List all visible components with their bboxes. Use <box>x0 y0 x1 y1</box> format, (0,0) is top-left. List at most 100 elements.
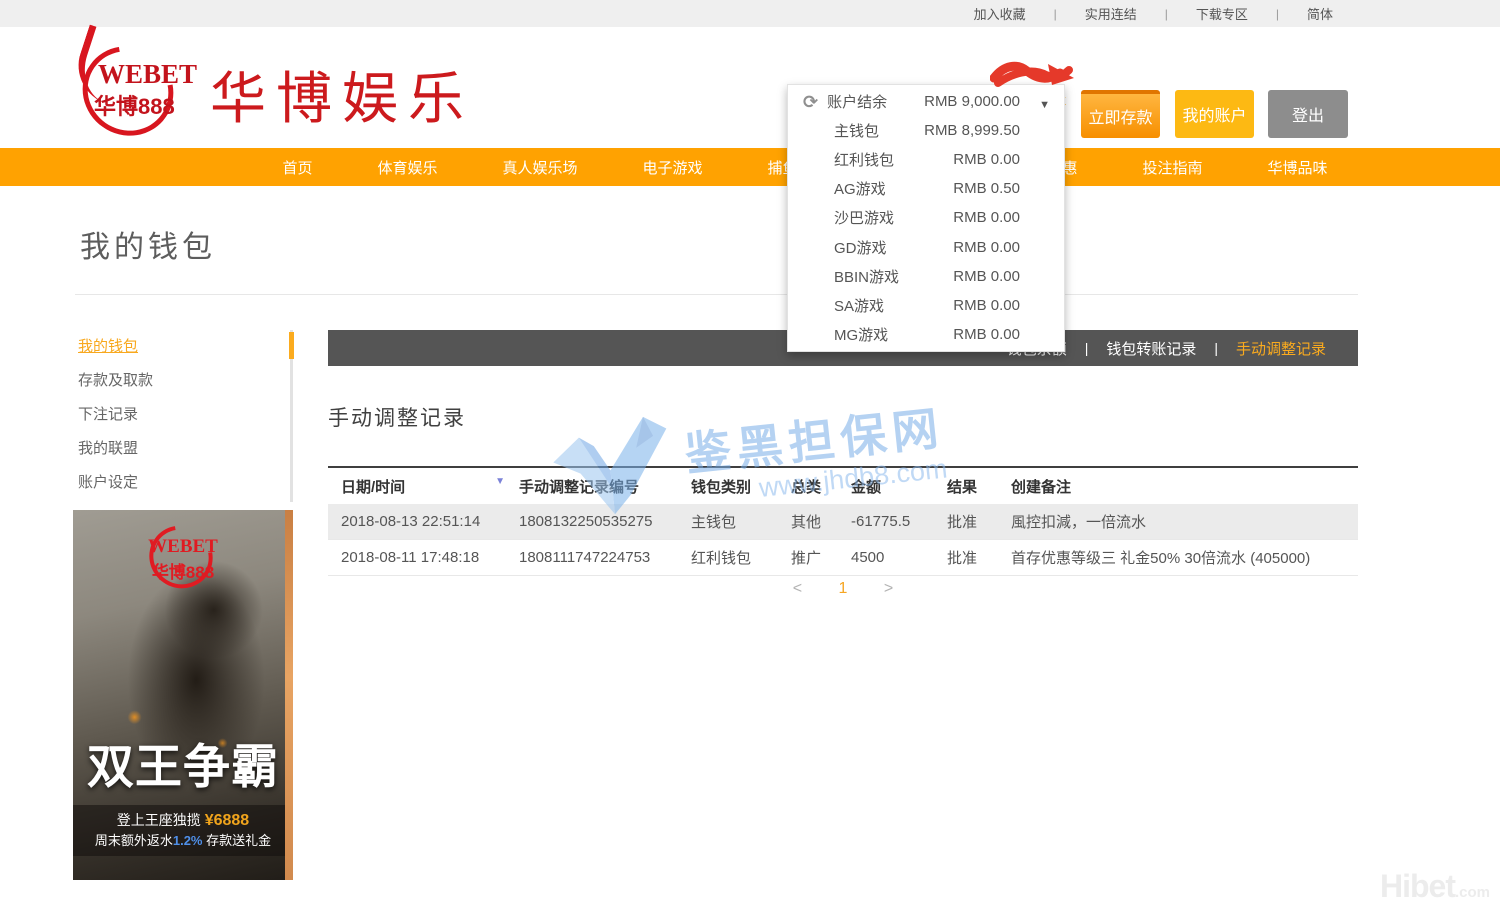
brand-logo[interactable]: WEBET 华博888 华博娱乐 <box>76 33 474 141</box>
balance-value: RMB 0.00 <box>953 239 1020 256</box>
col-header-record-id: 手动调整记录编号 <box>519 476 691 497</box>
balance-row-saba[interactable]: 沙巴游戏 RMB 0.00 <box>788 203 1064 232</box>
current-page[interactable]: 1 <box>839 580 848 597</box>
cell-wallet-type: 主钱包 <box>691 511 791 532</box>
nav-item-live-casino[interactable]: 真人娱乐场 <box>502 157 577 178</box>
my-account-button[interactable]: 我的账户 <box>1175 90 1254 138</box>
balance-value: RMB 0.50 <box>953 180 1020 197</box>
refresh-icon[interactable]: ⟳ <box>803 93 818 111</box>
logout-button[interactable]: 登出 <box>1268 90 1348 138</box>
balance-row-ag[interactable]: AG游戏 RMB 0.50 <box>788 174 1064 203</box>
divider: | <box>1276 7 1279 21</box>
balance-label: BBIN游戏 <box>834 266 899 287</box>
col-header-datetime[interactable]: 日期/时间 ▼ <box>341 476 519 497</box>
cell-amount: 4500 <box>851 549 947 566</box>
cell-category: 推广 <box>791 547 851 568</box>
banner-line2-suffix: 存款送礼金 <box>206 833 271 848</box>
balance-label: MG游戏 <box>834 324 888 345</box>
tab-wallet-transfer-records[interactable]: 钱包转账记录 <box>1088 338 1214 359</box>
divider: | <box>1054 7 1057 21</box>
nav-item-webet-style[interactable]: 华博品味 <box>1267 157 1327 178</box>
brand-sub: 华博888 <box>94 89 175 121</box>
nav-item-sports[interactable]: 体育娱乐 <box>377 157 437 178</box>
banner-line1: 登上王座独揽 <box>117 812 201 828</box>
balance-label: AG游戏 <box>834 178 886 199</box>
cell-datetime: 2018-08-11 17:48:18 <box>341 549 519 566</box>
cell-result: 批准 <box>947 547 1011 568</box>
balance-label: 沙巴游戏 <box>834 207 894 228</box>
cell-datetime: 2018-08-13 22:51:14 <box>341 513 519 530</box>
sidebar-menu: 我的钱包 存款及取款 下注记录 我的联盟 账户设定 <box>78 332 283 502</box>
cell-category: 其他 <box>791 511 851 532</box>
banner-next-slide-peek <box>285 510 293 880</box>
banner-logo-sub: 华博888 <box>135 558 231 583</box>
balance-label: GD游戏 <box>834 237 887 258</box>
nav-item-betting-guide[interactable]: 投注指南 <box>1142 157 1202 178</box>
prev-page-button[interactable]: < <box>793 580 802 597</box>
balance-row-sa[interactable]: SA游戏 RMB 0.00 <box>788 291 1064 320</box>
topbar-link-downloads[interactable]: 下载专区 <box>1194 4 1250 23</box>
sidebar-active-indicator <box>289 332 294 359</box>
page-title: 我的钱包 <box>80 222 216 266</box>
col-header-category: 总类 <box>791 476 851 497</box>
sidebar-item-my-affiliate[interactable]: 我的联盟 <box>78 434 283 468</box>
balance-label: 红利钱包 <box>834 149 894 170</box>
balance-dropdown-panel: ⟳ 账户结余 RMB 9,000.00 ▼ 主钱包 RMB 8,999.50 红… <box>787 84 1065 352</box>
brand-name: WEBET <box>98 59 197 90</box>
balance-value: RMB 0.00 <box>953 268 1020 285</box>
banner-line2-prefix: 周末额外返水 <box>95 833 173 848</box>
cell-record-id: 1808132250535275 <box>519 513 691 530</box>
balance-row-total[interactable]: ⟳ 账户结余 RMB 9,000.00 ▼ <box>788 87 1064 116</box>
site-header: WEBET 华博888 华博娱乐 欢迎回来 !k 立即存款 我的账户 登出 <box>0 27 1500 148</box>
table-header-row: 日期/时间▼ 手动调整记录编号 钱包类别 总类 金额 结果 创建备注 <box>328 468 1358 504</box>
nav-item-slots[interactable]: 电子游戏 <box>642 157 702 178</box>
balance-value: RMB 0.00 <box>953 297 1020 314</box>
balance-value: RMB 0.00 <box>953 151 1020 168</box>
cell-amount: -61775.5 <box>851 513 947 530</box>
banner-headline: 双王争霸 <box>73 728 293 797</box>
tab-manual-adjustment-records[interactable]: 手动调整记录 <box>1218 338 1344 359</box>
hibet-suffix: .com <box>1455 884 1490 901</box>
col-header-datetime-label: 日期/时间 <box>341 479 405 496</box>
col-header-result: 结果 <box>947 476 1011 497</box>
sort-down-icon[interactable]: ▼ <box>495 476 505 487</box>
banner-rebate-rate: 1.2% <box>173 833 203 848</box>
hibet-text: Hibet <box>1380 868 1455 904</box>
banner-caption: 登上王座独揽 ¥6888 周末额外返水1.2% 存款送礼金 <box>73 805 293 856</box>
balance-row-bbin[interactable]: BBIN游戏 RMB 0.00 <box>788 262 1064 291</box>
main-nav: 首页 体育娱乐 真人娱乐场 电子游戏 捕鱼游戏 彩票游戏 最新优惠 投注指南 华… <box>0 148 1500 186</box>
topbar-link-useful-links[interactable]: 实用连结 <box>1083 4 1139 23</box>
cell-remark: 首存优惠等级三 礼金50% 30倍流水 (405000) <box>1011 547 1358 568</box>
brand-chinese-name: 华博娱乐 <box>210 54 474 135</box>
sidebar-item-bet-records[interactable]: 下注记录 <box>78 400 283 434</box>
banner-prize-amount: ¥6888 <box>205 812 250 829</box>
balance-row-bonus-wallet[interactable]: 红利钱包 RMB 0.00 <box>788 145 1064 174</box>
pagination: < 1 > <box>328 580 1358 598</box>
balance-value: RMB 0.00 <box>953 326 1020 343</box>
banner-logo-name: WEBET <box>135 536 231 558</box>
topbar-link-favorites[interactable]: 加入收藏 <box>972 4 1028 23</box>
sidebar-item-account-settings[interactable]: 账户设定 <box>78 468 283 502</box>
deposit-button[interactable]: 立即存款 <box>1081 90 1160 138</box>
balance-label: 账户结余 <box>827 91 887 112</box>
nav-item-home[interactable]: 首页 <box>282 157 312 178</box>
balance-label: 主钱包 <box>834 120 879 141</box>
chevron-down-icon[interactable]: ▼ <box>1039 99 1050 111</box>
divider: | <box>1165 7 1168 21</box>
balance-row-main-wallet[interactable]: 主钱包 RMB 8,999.50 <box>788 116 1064 145</box>
section-title: 手动调整记录 <box>328 402 466 432</box>
balance-row-mg[interactable]: MG游戏 RMB 0.00 <box>788 320 1064 349</box>
balance-value: RMB 0.00 <box>953 209 1020 226</box>
top-utility-bar: 加入收藏 | 实用连结 | 下载专区 | 简体 <box>0 0 1500 27</box>
col-header-wallet-type: 钱包类别 <box>691 476 791 497</box>
banner-logo: WEBET 华博888 <box>135 524 231 598</box>
topbar-link-simplified-chinese[interactable]: 简体 <box>1305 4 1335 23</box>
sidebar-item-my-wallet[interactable]: 我的钱包 <box>78 332 283 366</box>
cell-record-id: 1808111747224753 <box>519 549 691 566</box>
cell-result: 批准 <box>947 511 1011 532</box>
sidebar-item-deposit-withdraw[interactable]: 存款及取款 <box>78 366 283 400</box>
promo-banner[interactable]: WEBET 华博888 双王争霸 登上王座独揽 ¥6888 周末额外返水1.2%… <box>73 510 293 880</box>
balance-label: SA游戏 <box>834 295 884 316</box>
balance-row-gd[interactable]: GD游戏 RMB 0.00 <box>788 233 1064 262</box>
next-page-button[interactable]: > <box>884 580 893 597</box>
